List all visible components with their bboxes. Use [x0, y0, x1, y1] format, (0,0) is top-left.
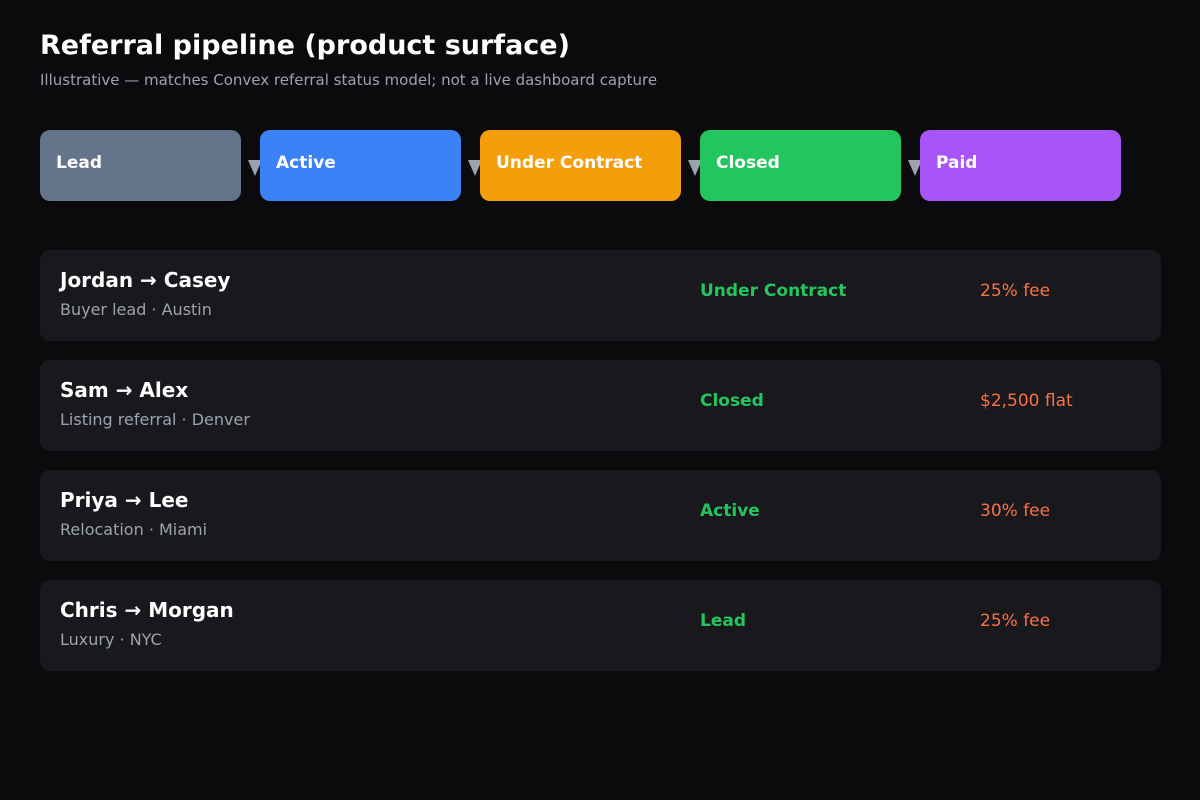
referral-details: Relocation · Miami: [60, 520, 208, 539]
referral-row[interactable]: Sam → Alex Listing referral · Denver Clo…: [40, 360, 1161, 451]
referral-fee: $2,500 flat: [980, 391, 1073, 411]
stage-under-contract[interactable]: Under Contract: [480, 130, 681, 201]
page-subtitle: Illustrative — matches Convex referral s…: [40, 71, 658, 89]
referral-pipeline-page: Referral pipeline (product surface) Illu…: [0, 0, 1200, 800]
referral-details: Listing referral · Denver: [60, 410, 250, 429]
stage-label: Paid: [936, 152, 978, 173]
referral-status: Under Contract: [700, 281, 847, 301]
referral-status: Closed: [700, 391, 764, 411]
stage-lead[interactable]: Lead: [40, 130, 241, 201]
referral-status: Active: [700, 501, 760, 521]
stage-label: Closed: [716, 152, 780, 173]
stage-label: Under Contract: [496, 152, 643, 173]
referral-status: Lead: [700, 611, 747, 631]
stage-paid[interactable]: Paid: [920, 130, 1121, 201]
referral-details: Luxury · NYC: [60, 630, 162, 649]
referral-names: Jordan → Casey: [60, 268, 231, 292]
referral-row[interactable]: Priya → Lee Relocation · Miami Active 30…: [40, 470, 1161, 561]
referral-names: Sam → Alex: [60, 378, 189, 402]
referral-row[interactable]: Chris → Morgan Luxury · NYC Lead 25% fee: [40, 580, 1161, 671]
stage-active[interactable]: Active: [260, 130, 461, 201]
page-title: Referral pipeline (product surface): [40, 30, 570, 61]
stage-label: Lead: [56, 152, 103, 173]
referral-names: Chris → Morgan: [60, 598, 234, 622]
referral-details: Buyer lead · Austin: [60, 300, 212, 319]
referral-fee: 25% fee: [980, 611, 1051, 631]
referral-names: Priya → Lee: [60, 488, 189, 512]
referral-fee: 30% fee: [980, 501, 1051, 521]
referral-row[interactable]: Jordan → Casey Buyer lead · Austin Under…: [40, 250, 1161, 341]
stage-closed[interactable]: Closed: [700, 130, 901, 201]
referral-fee: 25% fee: [980, 281, 1051, 301]
stage-label: Active: [276, 152, 336, 173]
